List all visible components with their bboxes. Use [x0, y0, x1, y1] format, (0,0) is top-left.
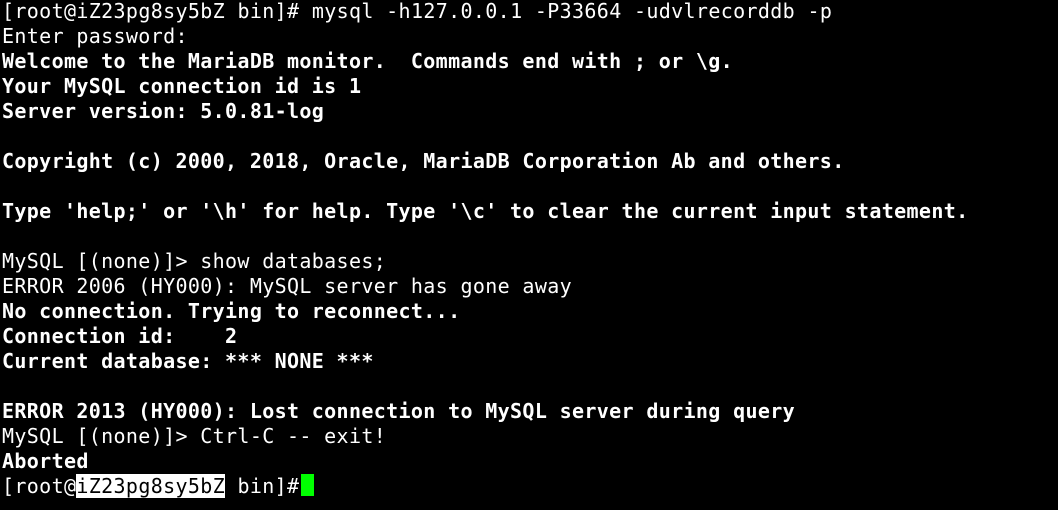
terminal-line-current-database: Current database: *** NONE *** — [2, 349, 374, 373]
terminal-line-aborted: Aborted — [2, 449, 89, 473]
text-cursor — [301, 474, 315, 496]
terminal-line-enter-password: Enter password: — [2, 24, 188, 48]
prompt-prefix: [root@ — [2, 0, 77, 23]
prompt-host: iZ23pg8sy5bZ — [76, 0, 226, 23]
terminal-line-welcome: Welcome to the MariaDB monitor. Commands… — [2, 49, 734, 73]
terminal-line-error-2006: ERROR 2006 (HY000): MySQL server has gon… — [2, 274, 572, 298]
terminal-line-error-2013: ERROR 2013 (HY000): Lost connection to M… — [2, 399, 796, 423]
terminal-line-command: [root@iZ23pg8sy5bZ bin]# mysql -h127.0.0… — [2, 0, 832, 24]
terminal-line-connection-id-2: Connection id: 2 — [2, 324, 238, 348]
terminal-line-connection-id: Your MySQL connection id is 1 — [2, 74, 362, 98]
terminal-line-no-connection: No connection. Trying to reconnect... — [2, 299, 461, 323]
command-text: mysql -h127.0.0.1 -P33664 -udvlrecorddb … — [299, 0, 833, 23]
terminal-window[interactable]: [root@iZ23pg8sy5bZ bin]# mysql -h127.0.0… — [0, 0, 1058, 510]
prompt-prefix: [root@ — [2, 474, 77, 498]
terminal-line-ctrl-c: MySQL [(none)]> Ctrl-C -- exit! — [2, 424, 387, 448]
prompt-suffix: bin]# — [225, 474, 300, 498]
prompt-host-selected[interactable]: iZ23pg8sy5bZ — [76, 474, 226, 498]
terminal-line-copyright: Copyright (c) 2000, 2018, Oracle, MariaD… — [2, 149, 845, 173]
terminal-line-help: Type 'help;' or '\h' for help. Type '\c'… — [2, 199, 969, 223]
terminal-line-server-version: Server version: 5.0.81-log — [2, 99, 325, 123]
prompt-suffix: bin]# — [225, 0, 300, 23]
terminal-line-prompt[interactable]: [root@iZ23pg8sy5bZ bin]# — [2, 474, 315, 499]
terminal-line-show-databases: MySQL [(none)]> show databases; — [2, 249, 387, 273]
